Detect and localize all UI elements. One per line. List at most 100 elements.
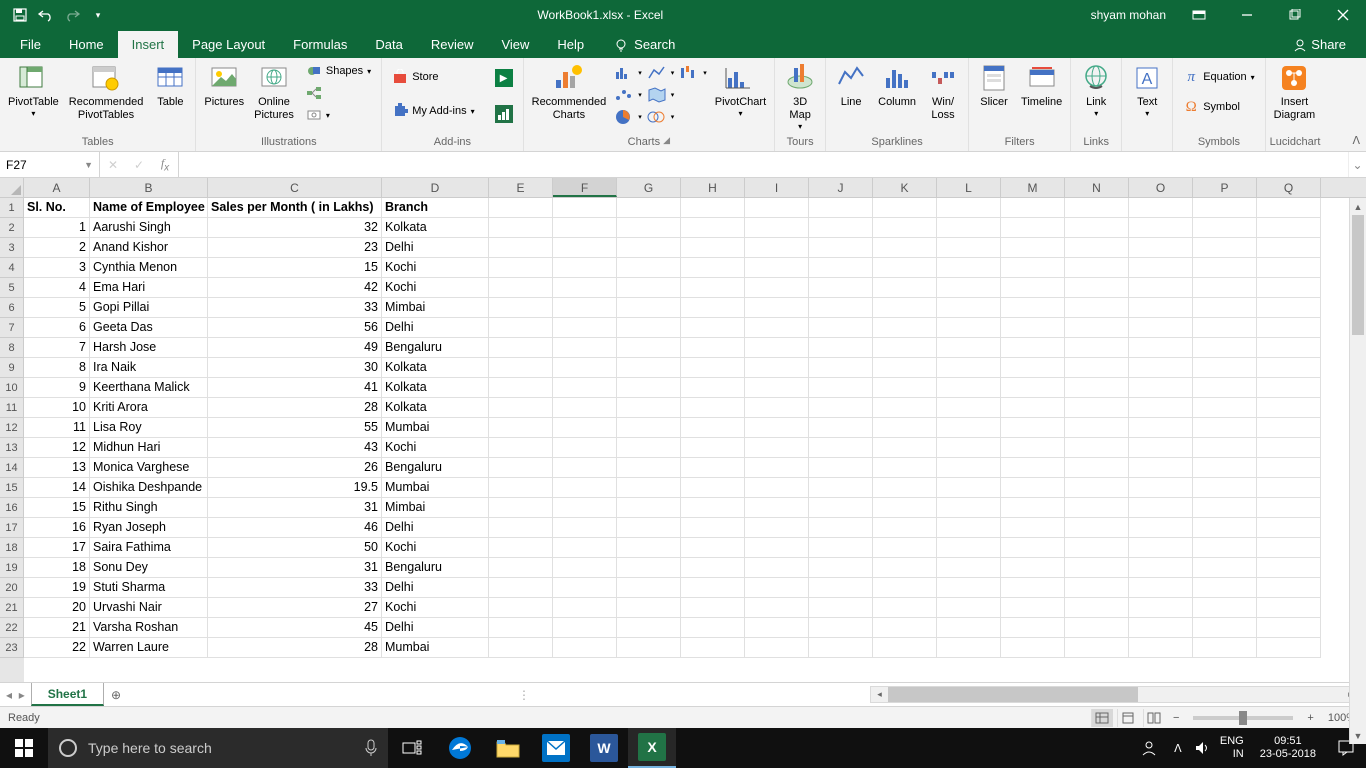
column-header[interactable]: D (382, 178, 489, 197)
tab-data[interactable]: Data (361, 31, 416, 58)
statistic-chart-button[interactable]: ▾ (645, 84, 677, 106)
cell[interactable] (489, 598, 553, 618)
cell[interactable] (873, 338, 937, 358)
cell[interactable] (681, 538, 745, 558)
cell[interactable] (873, 358, 937, 378)
cell[interactable] (1065, 518, 1129, 538)
mail-button[interactable] (532, 728, 580, 768)
cell[interactable] (937, 358, 1001, 378)
column-header[interactable]: L (937, 178, 1001, 197)
cell[interactable] (681, 438, 745, 458)
cell[interactable]: 2 (24, 238, 90, 258)
name-box[interactable]: F27▼ (0, 152, 100, 177)
column-header[interactable]: M (1001, 178, 1065, 197)
cell[interactable] (617, 478, 681, 498)
minimize-button[interactable] (1224, 0, 1270, 30)
row-header[interactable]: 9 (0, 358, 24, 378)
cell[interactable] (1065, 558, 1129, 578)
task-view-button[interactable] (388, 728, 436, 768)
cell[interactable] (1129, 378, 1193, 398)
qat-customize[interactable]: ▾ (86, 3, 110, 27)
cell[interactable] (489, 538, 553, 558)
cell[interactable] (873, 298, 937, 318)
edge-button[interactable] (436, 728, 484, 768)
cell[interactable] (1001, 198, 1065, 218)
cell[interactable] (617, 338, 681, 358)
cell[interactable] (1193, 458, 1257, 478)
cell[interactable]: Anand Kishor (90, 238, 208, 258)
symbol-button[interactable]: ΩSymbol (1177, 96, 1260, 118)
cell[interactable]: 6 (24, 318, 90, 338)
cell[interactable] (937, 438, 1001, 458)
cell[interactable] (1129, 638, 1193, 658)
cell[interactable]: Rithu Singh (90, 498, 208, 518)
cell[interactable]: 49 (208, 338, 382, 358)
cell[interactable] (1065, 538, 1129, 558)
cell[interactable]: Kochi (382, 258, 489, 278)
cell[interactable] (745, 278, 809, 298)
tab-view[interactable]: View (487, 31, 543, 58)
cell[interactable]: Kochi (382, 538, 489, 558)
shapes-button[interactable]: Shapes ▾ (300, 60, 377, 82)
column-header[interactable]: B (90, 178, 208, 197)
cell[interactable] (1193, 318, 1257, 338)
cell[interactable] (1193, 358, 1257, 378)
cell[interactable] (681, 238, 745, 258)
scroll-left-button[interactable]: ◂ (871, 687, 888, 702)
pivotchart-button[interactable]: PivotChart ▾ (711, 60, 770, 121)
zoom-in-button[interactable]: + (1303, 712, 1317, 724)
cell[interactable] (681, 318, 745, 338)
cell[interactable] (1065, 598, 1129, 618)
row-header[interactable]: 16 (0, 498, 24, 518)
cell[interactable] (937, 538, 1001, 558)
cell[interactable]: 31 (208, 558, 382, 578)
cell[interactable] (809, 618, 873, 638)
cell[interactable] (1193, 218, 1257, 238)
cell[interactable]: Bengaluru (382, 558, 489, 578)
cell[interactable] (809, 338, 873, 358)
cell[interactable]: 16 (24, 518, 90, 538)
cell[interactable] (809, 438, 873, 458)
cell[interactable]: Name of Employee (90, 198, 208, 218)
cell[interactable] (553, 218, 617, 238)
maximize-button[interactable] (1272, 0, 1318, 30)
insert-function-button[interactable]: fx (152, 156, 178, 173)
cell[interactable] (809, 358, 873, 378)
cell[interactable] (1001, 618, 1065, 638)
cell[interactable] (489, 198, 553, 218)
cell[interactable] (937, 458, 1001, 478)
cell[interactable] (617, 498, 681, 518)
pivottable-button[interactable]: PivotTable ▾ (4, 60, 63, 121)
cell[interactable] (1001, 378, 1065, 398)
cell[interactable]: 42 (208, 278, 382, 298)
cell[interactable] (1001, 538, 1065, 558)
cell[interactable] (937, 318, 1001, 338)
cell[interactable] (873, 518, 937, 538)
waterfall-chart-button[interactable]: ▾ (677, 62, 709, 84)
cell[interactable] (617, 378, 681, 398)
cell[interactable]: Branch (382, 198, 489, 218)
cell[interactable] (873, 218, 937, 238)
sheet-nav[interactable]: ◂ ▸ (0, 683, 31, 706)
cell[interactable] (745, 518, 809, 538)
sheet-tab-1[interactable]: Sheet1 (31, 683, 104, 706)
cell[interactable] (1129, 578, 1193, 598)
cell[interactable] (1001, 338, 1065, 358)
cell[interactable] (745, 258, 809, 278)
cell[interactable] (681, 258, 745, 278)
cell[interactable] (1065, 578, 1129, 598)
cell[interactable] (681, 578, 745, 598)
cell[interactable] (1001, 318, 1065, 338)
cell[interactable] (1065, 478, 1129, 498)
cell[interactable] (617, 438, 681, 458)
cell[interactable] (1129, 558, 1193, 578)
cell[interactable] (745, 198, 809, 218)
cell[interactable] (1001, 458, 1065, 478)
cell[interactable] (1001, 478, 1065, 498)
cell[interactable] (553, 238, 617, 258)
cell[interactable] (873, 418, 937, 438)
row-header[interactable]: 18 (0, 538, 24, 558)
cell[interactable]: 23 (208, 238, 382, 258)
cell[interactable]: Kolkata (382, 218, 489, 238)
cell[interactable] (1001, 638, 1065, 658)
